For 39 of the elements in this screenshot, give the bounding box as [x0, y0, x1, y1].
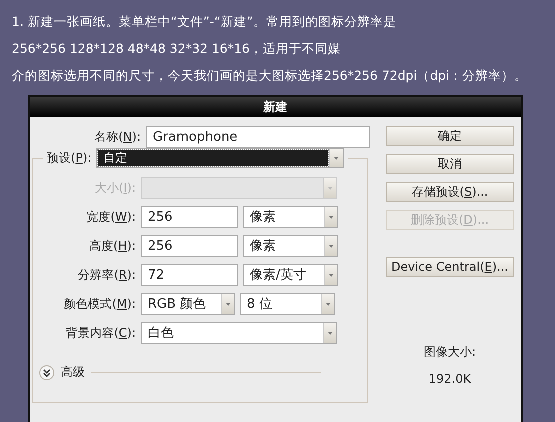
- field-label: 分辨率(R):: [77, 266, 136, 284]
- field-label: 背景内容(C):: [65, 324, 136, 342]
- intro-text: 介的图标选用不同的尺寸，今天我们画的是大图标选择256*256 72dpi（dpi：分辨率）。: [12, 67, 529, 85]
- image-size-label: 图像大小:: [422, 344, 478, 361]
- window-title: 新建: [264, 98, 288, 116]
- unit-dropdown[interactable]: 像素/英寸: [243, 264, 338, 286]
- field-label: 名称(N):: [94, 128, 141, 146]
- field-label: 高度(H):: [88, 238, 136, 254]
- advanced-label: 高级: [61, 364, 85, 381]
- caret-icon: [224, 302, 232, 306]
- caret-icon: [328, 244, 334, 248]
- field-label: 预设(P):: [47, 150, 92, 166]
- intro-text: 256*256 128*128 48*48 32*32 16*16，适用于不同媒: [12, 40, 342, 58]
- caret-icon: [326, 186, 334, 190]
- intro-text: 1. 新建一张画纸。菜单栏中“文件”-“新建”。常用到的图标分辨率是: [12, 13, 398, 31]
- unit-dropdown[interactable]: 8 位: [240, 293, 335, 315]
- image-size-value: 192.0K: [428, 372, 472, 386]
- dropdown[interactable]: RGB 颜色: [141, 293, 235, 315]
- number-field[interactable]: 256: [141, 206, 238, 228]
- field-label: 大小(I):: [94, 180, 136, 196]
- caret-icon: [328, 272, 334, 278]
- caret-icon: [324, 302, 332, 306]
- field-label: 宽度(W):: [86, 208, 136, 226]
- number-field[interactable]: 256: [141, 235, 238, 257]
- unit-dropdown[interactable]: 像素: [243, 235, 338, 257]
- dialog-button[interactable]: 取消: [386, 154, 514, 174]
- dialog-button[interactable]: Device Central(E)...: [386, 257, 514, 277]
- caret-icon: [326, 330, 334, 336]
- name-field[interactable]: Gramophone: [146, 126, 370, 148]
- number-field[interactable]: 72: [141, 264, 238, 286]
- caret-icon: [328, 214, 334, 220]
- dialog-button[interactable]: 确定: [386, 126, 514, 146]
- preset-dropdown[interactable]: 自定: [96, 148, 344, 168]
- dialog-button[interactable]: 存储预设(S)...: [386, 182, 514, 202]
- dropdown[interactable]: 白色: [141, 322, 337, 344]
- field-label: 颜色模式(M):: [63, 296, 136, 312]
- expand-icon[interactable]: [39, 364, 55, 380]
- unit-dropdown[interactable]: 像素: [243, 206, 338, 228]
- caret-icon: [332, 156, 340, 160]
